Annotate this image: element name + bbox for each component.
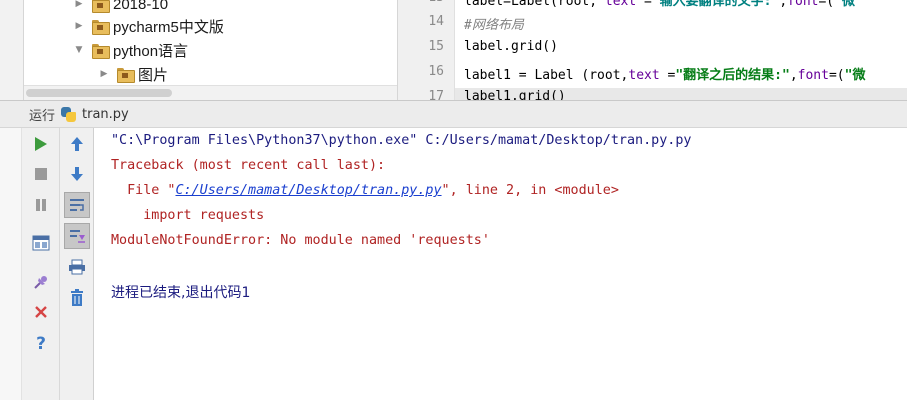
traceback-file-prefix: File ": [111, 183, 176, 198]
run-config-tab[interactable]: tran.py: [82, 107, 129, 122]
console-exit-message: 进程已结束,退出代码1: [111, 285, 251, 301]
code-line-15[interactable]: label.grid(): [464, 39, 558, 54]
console-command-line: "C:\Program Files\Python37\python.exe" C…: [111, 133, 692, 148]
tree-item-label: python语言: [113, 42, 189, 60]
code-line-17[interactable]: label1.grid(): [464, 89, 566, 100]
traceback-file-link[interactable]: C:/Users/mamat/Desktop/tran.py.py: [176, 183, 442, 198]
line-number: 13: [428, 0, 444, 5]
line-number: 16: [428, 64, 444, 79]
chevron-right-icon[interactable]: ▶: [99, 69, 109, 79]
console-source-line: import requests: [111, 208, 265, 223]
python-file-icon: [61, 106, 77, 122]
run-toolbar-primary: ?: [22, 128, 60, 400]
layout-icon: [32, 235, 50, 251]
code-token-keyword: text: [628, 68, 660, 83]
console-error-line: ModuleNotFoundError: No module named 're…: [111, 233, 490, 248]
print-button[interactable]: [64, 254, 90, 280]
trash-icon: [71, 289, 83, 306]
tree-item-pycharm5[interactable]: ▶ pycharm5中文版: [74, 15, 224, 37]
help-icon: ?: [36, 334, 46, 352]
stop-button[interactable]: [28, 161, 54, 187]
code-token-string: "微: [844, 68, 866, 83]
code-token: label1 = Label (root,: [464, 68, 629, 83]
project-tree: ▶ 2018-10 ▶ pycharm5中文版 ▼ python语言 ▶ 图片: [0, 0, 397, 100]
code-line-16[interactable]: label1 = Label (root,text ="翻译之后的结果:",fo…: [464, 64, 865, 83]
clear-all-button[interactable]: [64, 285, 90, 311]
soft-wrap-icon: [70, 199, 84, 211]
stop-icon: [35, 168, 47, 180]
line-number: 15: [428, 39, 444, 54]
horizontal-scrollbar[interactable]: [24, 85, 397, 100]
folder-icon: [92, 43, 110, 59]
line-number-gutter: 13 14 15 16 17: [398, 0, 455, 100]
tool-window-stripe: [0, 0, 24, 100]
tree-item-label: 图片: [138, 66, 169, 84]
console-output[interactable]: "C:\Program Files\Python37\python.exe" C…: [95, 128, 907, 400]
line-number: 14: [428, 14, 444, 29]
code-token: =: [636, 0, 652, 9]
pause-button[interactable]: [28, 192, 54, 218]
code-token: label=Label(root,: [464, 0, 605, 9]
code-editor[interactable]: 13 14 15 16 17 label=Label(root, text ="…: [397, 0, 907, 100]
run-toolbar-secondary: [60, 128, 94, 400]
code-text: label1.grid(): [464, 89, 566, 100]
play-icon: [35, 137, 47, 151]
console-traceback-file-line: File "C:/Users/mamat/Desktop/tran.py.py"…: [111, 183, 619, 198]
run-window-header: 运行 tran.py: [0, 100, 907, 128]
code-token: =(: [828, 68, 845, 83]
tree-item-python[interactable]: ▼ python语言: [74, 39, 189, 61]
console-traceback-header: Traceback (most recent call last):: [111, 158, 386, 173]
tree-item-label: pycharm5中文版: [113, 18, 224, 36]
run-window-title: 运行: [29, 108, 56, 124]
code-token-string: "翻译之后的结果:": [675, 68, 790, 83]
code-token-keyword: font: [797, 68, 829, 83]
next-occurrence-button[interactable]: [64, 161, 90, 187]
code-token-string: "微: [834, 0, 855, 9]
pin-tab-button[interactable]: [28, 269, 54, 295]
code-token: ,: [789, 68, 798, 83]
scroll-to-end-toggle[interactable]: [64, 223, 90, 249]
code-token: =(: [818, 0, 835, 9]
soft-wrap-toggle[interactable]: [64, 192, 90, 218]
down-arrow-icon: [71, 167, 83, 181]
svg-text:?: ?: [36, 334, 46, 352]
folder-icon: [117, 67, 135, 83]
folder-icon: [92, 19, 110, 35]
code-token-keyword: font: [787, 0, 819, 9]
code-token-string: "输入要翻译的文字:": [651, 0, 780, 9]
tree-item-images[interactable]: ▶ 图片: [99, 63, 168, 85]
chevron-down-icon[interactable]: ▼: [74, 45, 84, 55]
print-icon: [69, 259, 85, 275]
previous-occurrence-button[interactable]: [64, 131, 90, 157]
code-token: =: [659, 68, 676, 83]
traceback-file-suffix: ", line 2, in <module>: [441, 183, 619, 198]
code-comment: #网络布局: [464, 18, 524, 33]
pin-icon: [34, 276, 47, 289]
rerun-button[interactable]: [28, 131, 54, 157]
tool-window-stripe: [0, 128, 22, 400]
line-number: 17: [428, 89, 444, 100]
code-line-13[interactable]: label=Label(root, text ="输入要翻译的文字:",font…: [464, 0, 855, 9]
scroll-to-end-icon: [70, 230, 85, 243]
folder-icon: [92, 0, 110, 13]
scrollbar-thumb[interactable]: [26, 89, 172, 97]
pause-icon: [36, 199, 46, 211]
chevron-right-icon[interactable]: ▶: [74, 21, 84, 31]
code-text: label.grid(): [464, 39, 558, 54]
code-token-keyword: text: [604, 0, 637, 9]
restore-layout-button[interactable]: [28, 230, 54, 256]
tree-item-label: 2018-10: [113, 0, 169, 13]
code-token: ,: [779, 0, 788, 9]
close-icon: [35, 306, 47, 318]
close-button[interactable]: [28, 299, 54, 325]
tree-item-2018-10[interactable]: ▶ 2018-10: [74, 0, 168, 15]
code-line-14[interactable]: #网络布局: [464, 14, 524, 33]
help-button[interactable]: ?: [28, 330, 54, 356]
up-arrow-icon: [71, 137, 83, 151]
chevron-right-icon[interactable]: ▶: [74, 0, 84, 9]
